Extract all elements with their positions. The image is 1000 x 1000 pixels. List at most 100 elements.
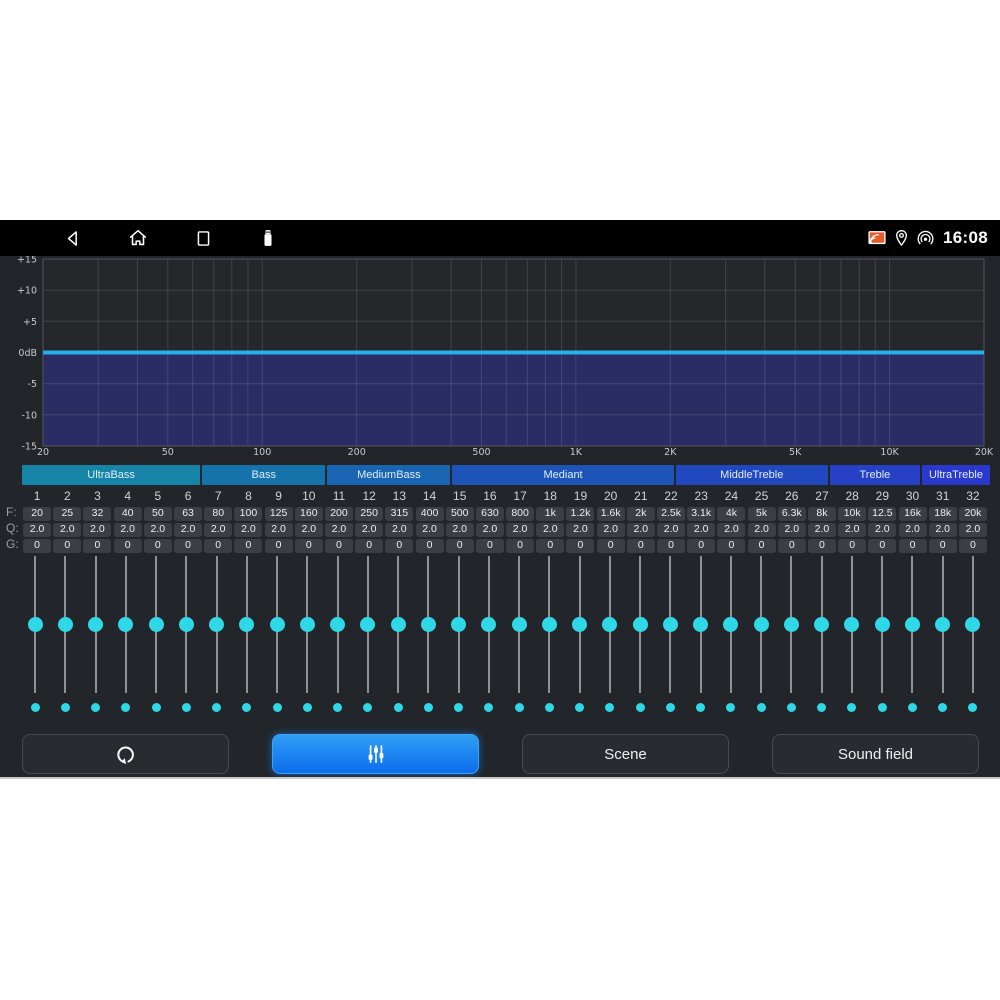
slider-knob[interactable] [965,617,980,632]
gain-slider[interactable] [958,556,988,693]
slider-knob[interactable] [330,617,345,632]
gain-value[interactable]: 0 [295,539,323,553]
gain-slider[interactable] [746,556,776,693]
gain-value[interactable]: 0 [566,539,594,553]
gain-value[interactable]: 0 [536,539,564,553]
gain-slider[interactable] [655,556,685,693]
reset-button[interactable] [22,734,229,774]
usb-icon[interactable] [258,227,278,249]
gain-slider[interactable] [50,556,80,693]
slider-knob[interactable] [300,617,315,632]
slider-knob[interactable] [149,617,164,632]
slider-knob[interactable] [875,617,890,632]
gain-slider[interactable] [867,556,897,693]
gain-slider[interactable] [837,556,867,693]
gain-slider[interactable] [413,556,443,693]
gain-value[interactable]: 0 [174,539,202,553]
gain-value[interactable]: 0 [899,539,927,553]
gain-value[interactable]: 0 [778,539,806,553]
slider-knob[interactable] [58,617,73,632]
slider-knob[interactable] [391,617,406,632]
gain-slider[interactable] [20,556,50,693]
gain-slider[interactable] [534,556,564,693]
back-icon[interactable] [62,228,83,249]
gain-slider[interactable] [776,556,806,693]
gain-value[interactable]: 0 [416,539,444,553]
gain-slider[interactable] [383,556,413,693]
gain-value[interactable]: 0 [506,539,534,553]
gain-slider[interactable] [444,556,474,693]
gain-value[interactable]: 0 [687,539,715,553]
gain-value[interactable]: 0 [476,539,504,553]
slider-knob[interactable] [28,617,43,632]
gain-slider[interactable] [262,556,292,693]
gain-value[interactable]: 0 [204,539,232,553]
slider-knob[interactable] [602,617,617,632]
slider-knob[interactable] [421,617,436,632]
gain-value[interactable]: 0 [657,539,685,553]
slider-knob[interactable] [693,617,708,632]
gain-slider[interactable] [625,556,655,693]
home-icon[interactable] [127,227,149,249]
gain-slider[interactable] [292,556,322,693]
gain-value[interactable]: 0 [265,539,293,553]
gain-value[interactable]: 0 [53,539,81,553]
slider-knob[interactable] [723,617,738,632]
gain-slider[interactable] [928,556,958,693]
gain-slider[interactable] [81,556,111,693]
recents-icon[interactable] [193,228,214,249]
gain-value[interactable]: 0 [929,539,957,553]
slider-knob[interactable] [784,617,799,632]
slider-knob[interactable] [451,617,466,632]
slider-knob[interactable] [239,617,254,632]
gain-slider[interactable] [232,556,262,693]
slider-knob[interactable] [512,617,527,632]
slider-knob[interactable] [481,617,496,632]
gain-value[interactable]: 0 [23,539,51,553]
slider-knob[interactable] [844,617,859,632]
slider-knob[interactable] [209,617,224,632]
gain-slider[interactable] [323,556,353,693]
scene-button[interactable]: Scene [522,734,729,774]
slider-knob[interactable] [360,617,375,632]
gain-value[interactable]: 0 [808,539,836,553]
slider-knob[interactable] [542,617,557,632]
gain-slider[interactable] [595,556,625,693]
slider-knob[interactable] [663,617,678,632]
gain-slider[interactable] [565,556,595,693]
equalizer-button[interactable] [272,734,479,774]
gain-value[interactable]: 0 [144,539,172,553]
gain-value[interactable]: 0 [959,539,987,553]
gain-value[interactable]: 0 [234,539,262,553]
slider-knob[interactable] [572,617,587,632]
slider-knob[interactable] [935,617,950,632]
gain-value[interactable]: 0 [355,539,383,553]
gain-value[interactable]: 0 [868,539,896,553]
slider-knob[interactable] [88,617,103,632]
sound-field-button[interactable]: Sound field [772,734,979,774]
slider-knob[interactable] [905,617,920,632]
slider-knob[interactable] [754,617,769,632]
gain-value[interactable]: 0 [748,539,776,553]
gain-slider[interactable] [807,556,837,693]
gain-slider[interactable] [504,556,534,693]
gain-value[interactable]: 0 [627,539,655,553]
gain-value[interactable]: 0 [597,539,625,553]
gain-slider[interactable] [474,556,504,693]
gain-value[interactable]: 0 [446,539,474,553]
slider-knob[interactable] [633,617,648,632]
gain-slider[interactable] [716,556,746,693]
gain-value[interactable]: 0 [325,539,353,553]
gain-slider[interactable] [202,556,232,693]
gain-value[interactable]: 0 [114,539,142,553]
gain-slider[interactable] [897,556,927,693]
gain-slider[interactable] [111,556,141,693]
gain-slider[interactable] [686,556,716,693]
gain-value[interactable]: 0 [717,539,745,553]
gain-value[interactable]: 0 [838,539,866,553]
slider-knob[interactable] [814,617,829,632]
slider-knob[interactable] [118,617,133,632]
gain-value[interactable]: 0 [83,539,111,553]
slider-knob[interactable] [179,617,194,632]
slider-knob[interactable] [270,617,285,632]
